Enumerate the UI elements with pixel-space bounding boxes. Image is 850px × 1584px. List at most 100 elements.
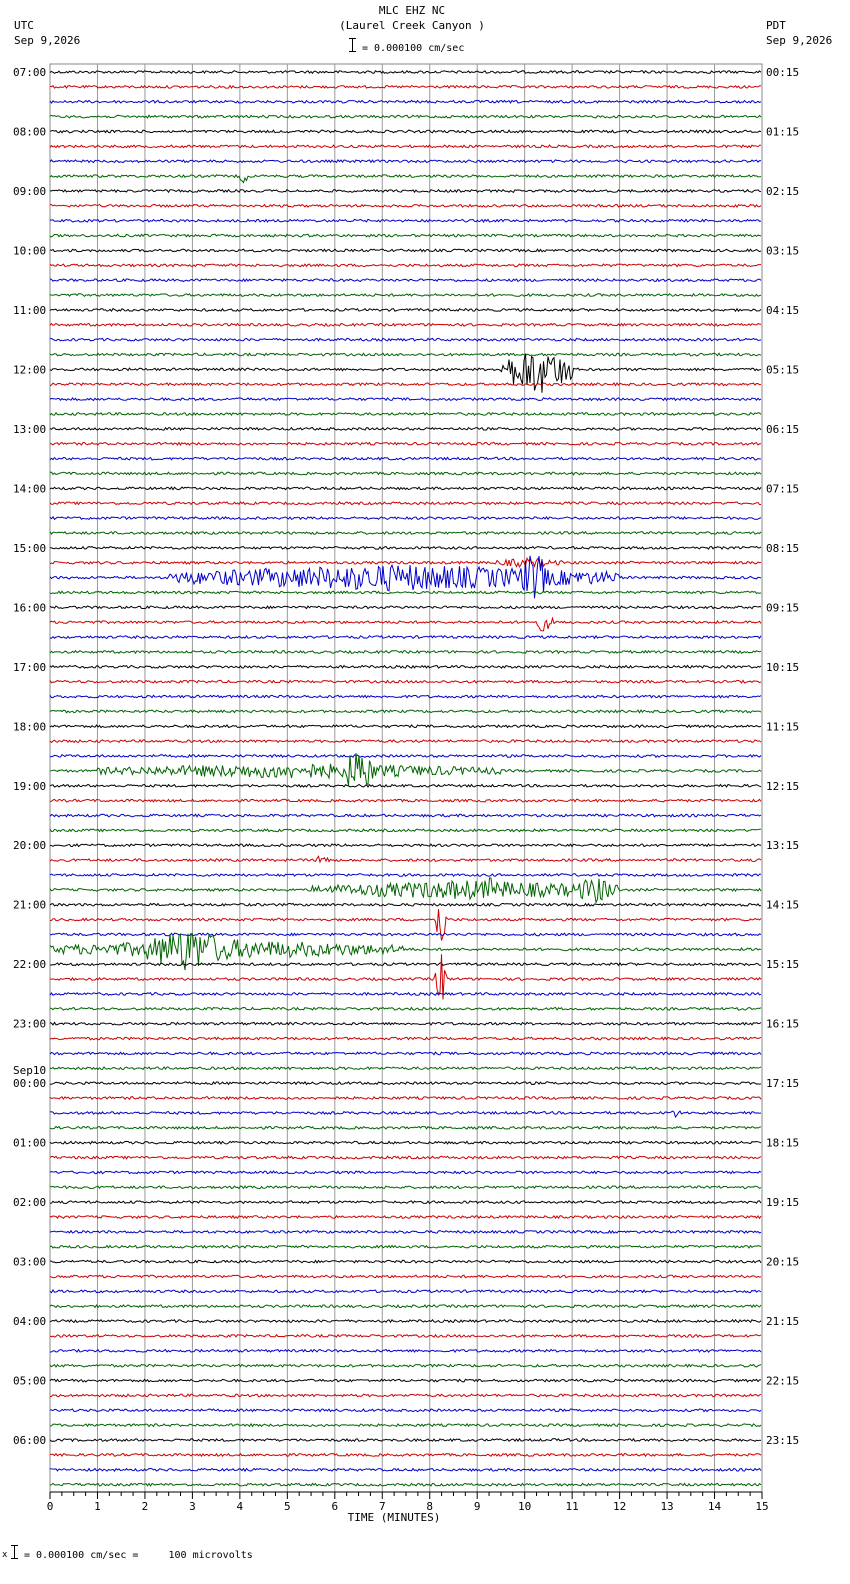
seismic-trace [49, 1452, 762, 1458]
seismic-trace [49, 99, 762, 104]
seismic-trace [49, 1348, 762, 1354]
utc-hour-label: 20:00 [13, 839, 46, 852]
x-tick-label: 11 [566, 1500, 579, 1513]
seismic-trace [49, 1095, 762, 1101]
seismic-trace [49, 248, 762, 253]
pdt-hour-label: 17:15 [766, 1077, 799, 1090]
seismic-trace [49, 1036, 762, 1041]
utc-hour-label: 08:00 [13, 125, 46, 138]
x-tick-label: 5 [284, 1500, 291, 1513]
seismic-trace [49, 114, 762, 119]
pdt-hour-label: 15:15 [766, 958, 799, 971]
seismic-trace [49, 1289, 762, 1294]
footer-scale-text: = 0.000100 cm/sec = 100 microvolts [24, 1550, 253, 1561]
seismic-trace [50, 909, 762, 941]
seismic-trace [49, 353, 762, 393]
x-tick-label: 12 [613, 1500, 626, 1513]
pdt-hour-label: 21:15 [766, 1315, 799, 1328]
pdt-hour-label: 12:15 [766, 780, 799, 793]
seismic-trace [50, 1081, 762, 1086]
seismic-trace [49, 545, 762, 550]
seismic-trace [49, 263, 762, 268]
utc-hour-label: 02:00 [13, 1196, 46, 1209]
footer-scale-bar-icon [11, 1545, 18, 1559]
footer-marker-icon: x [2, 1550, 8, 1560]
x-axis-label: TIME (MINUTES) [348, 1511, 441, 1524]
seismic-trace [49, 1051, 762, 1056]
seismic-trace [49, 813, 762, 818]
pdt-hour-label: 06:15 [766, 423, 799, 436]
seismic-trace [49, 233, 762, 238]
x-tick-label: 4 [237, 1500, 244, 1513]
utc-hour-label: 05:00 [13, 1375, 46, 1388]
seismic-trace [49, 709, 762, 714]
trace-group [49, 69, 762, 1487]
seismic-trace [49, 872, 762, 877]
date-change-label: Sep10 [13, 1064, 46, 1077]
seismic-trace [49, 1467, 762, 1473]
pdt-hour-label: 00:15 [766, 66, 799, 79]
utc-hour-label: 11:00 [13, 304, 46, 317]
utc-hour-label: 01:00 [13, 1137, 46, 1150]
seismic-trace [49, 337, 762, 342]
utc-hour-label: 15:00 [13, 542, 46, 555]
x-tick-label: 3 [189, 1500, 196, 1513]
seismic-trace [49, 129, 762, 134]
utc-hour-label: 14:00 [13, 482, 46, 495]
seismic-trace [49, 1214, 762, 1220]
seismic-trace [49, 426, 762, 431]
seismic-trace [49, 1200, 762, 1205]
seismic-trace [49, 694, 762, 699]
seismic-trace [49, 1408, 762, 1413]
seismic-trace [49, 679, 762, 684]
pdt-hour-label: 04:15 [766, 304, 799, 317]
seismic-trace [49, 991, 762, 997]
seismic-trace [49, 855, 762, 864]
seismic-trace [49, 634, 762, 640]
seismic-trace [49, 902, 762, 907]
x-tick-label: 0 [47, 1500, 54, 1513]
utc-hour-label: 13:00 [13, 423, 46, 436]
utc-hour-label: 21:00 [13, 899, 46, 912]
seismic-trace [49, 753, 762, 759]
x-tick-label: 1 [94, 1500, 101, 1513]
seismic-trace [49, 188, 762, 194]
seismic-trace [50, 962, 761, 967]
seismic-trace [49, 1244, 762, 1249]
seismic-trace [49, 1110, 762, 1119]
x-tick-label: 13 [660, 1500, 673, 1513]
seismic-trace [49, 397, 762, 402]
pdt-hour-label: 22:15 [766, 1375, 799, 1388]
utc-hour-label: 19:00 [13, 780, 46, 793]
seismic-trace [49, 664, 762, 669]
x-tick-label: 10 [518, 1500, 531, 1513]
pdt-hour-label: 05:15 [766, 363, 799, 376]
pdt-hour-label: 07:15 [766, 482, 799, 495]
seismic-trace [49, 843, 762, 848]
seismic-trace [49, 307, 762, 313]
seismic-trace [49, 649, 762, 655]
utc-hour-label: 18:00 [13, 720, 46, 733]
pdt-hour-label: 16:15 [766, 1018, 799, 1031]
seismic-trace [49, 616, 762, 632]
utc-hour-label: 22:00 [13, 958, 46, 971]
utc-hour-label: 07:00 [13, 66, 46, 79]
utc-hour-label: 23:00 [13, 1018, 46, 1031]
seismic-trace [49, 144, 761, 149]
seismic-trace [49, 292, 762, 298]
seismic-trace [49, 322, 762, 327]
seismic-trace [50, 203, 762, 209]
seismic-trace [49, 218, 762, 223]
seismic-trace [49, 530, 762, 536]
pdt-hour-label: 18:15 [766, 1137, 799, 1150]
pdt-hour-label: 13:15 [766, 839, 799, 852]
pdt-hour-label: 03:15 [766, 244, 799, 257]
seismic-trace [49, 798, 762, 803]
seismic-trace [49, 1318, 762, 1324]
seismic-trace [49, 1155, 762, 1160]
seismic-trace [49, 1333, 762, 1338]
seismic-trace [49, 739, 762, 744]
seismic-trace [49, 932, 762, 937]
seismic-trace [49, 1482, 762, 1487]
seismic-trace [49, 1437, 762, 1443]
